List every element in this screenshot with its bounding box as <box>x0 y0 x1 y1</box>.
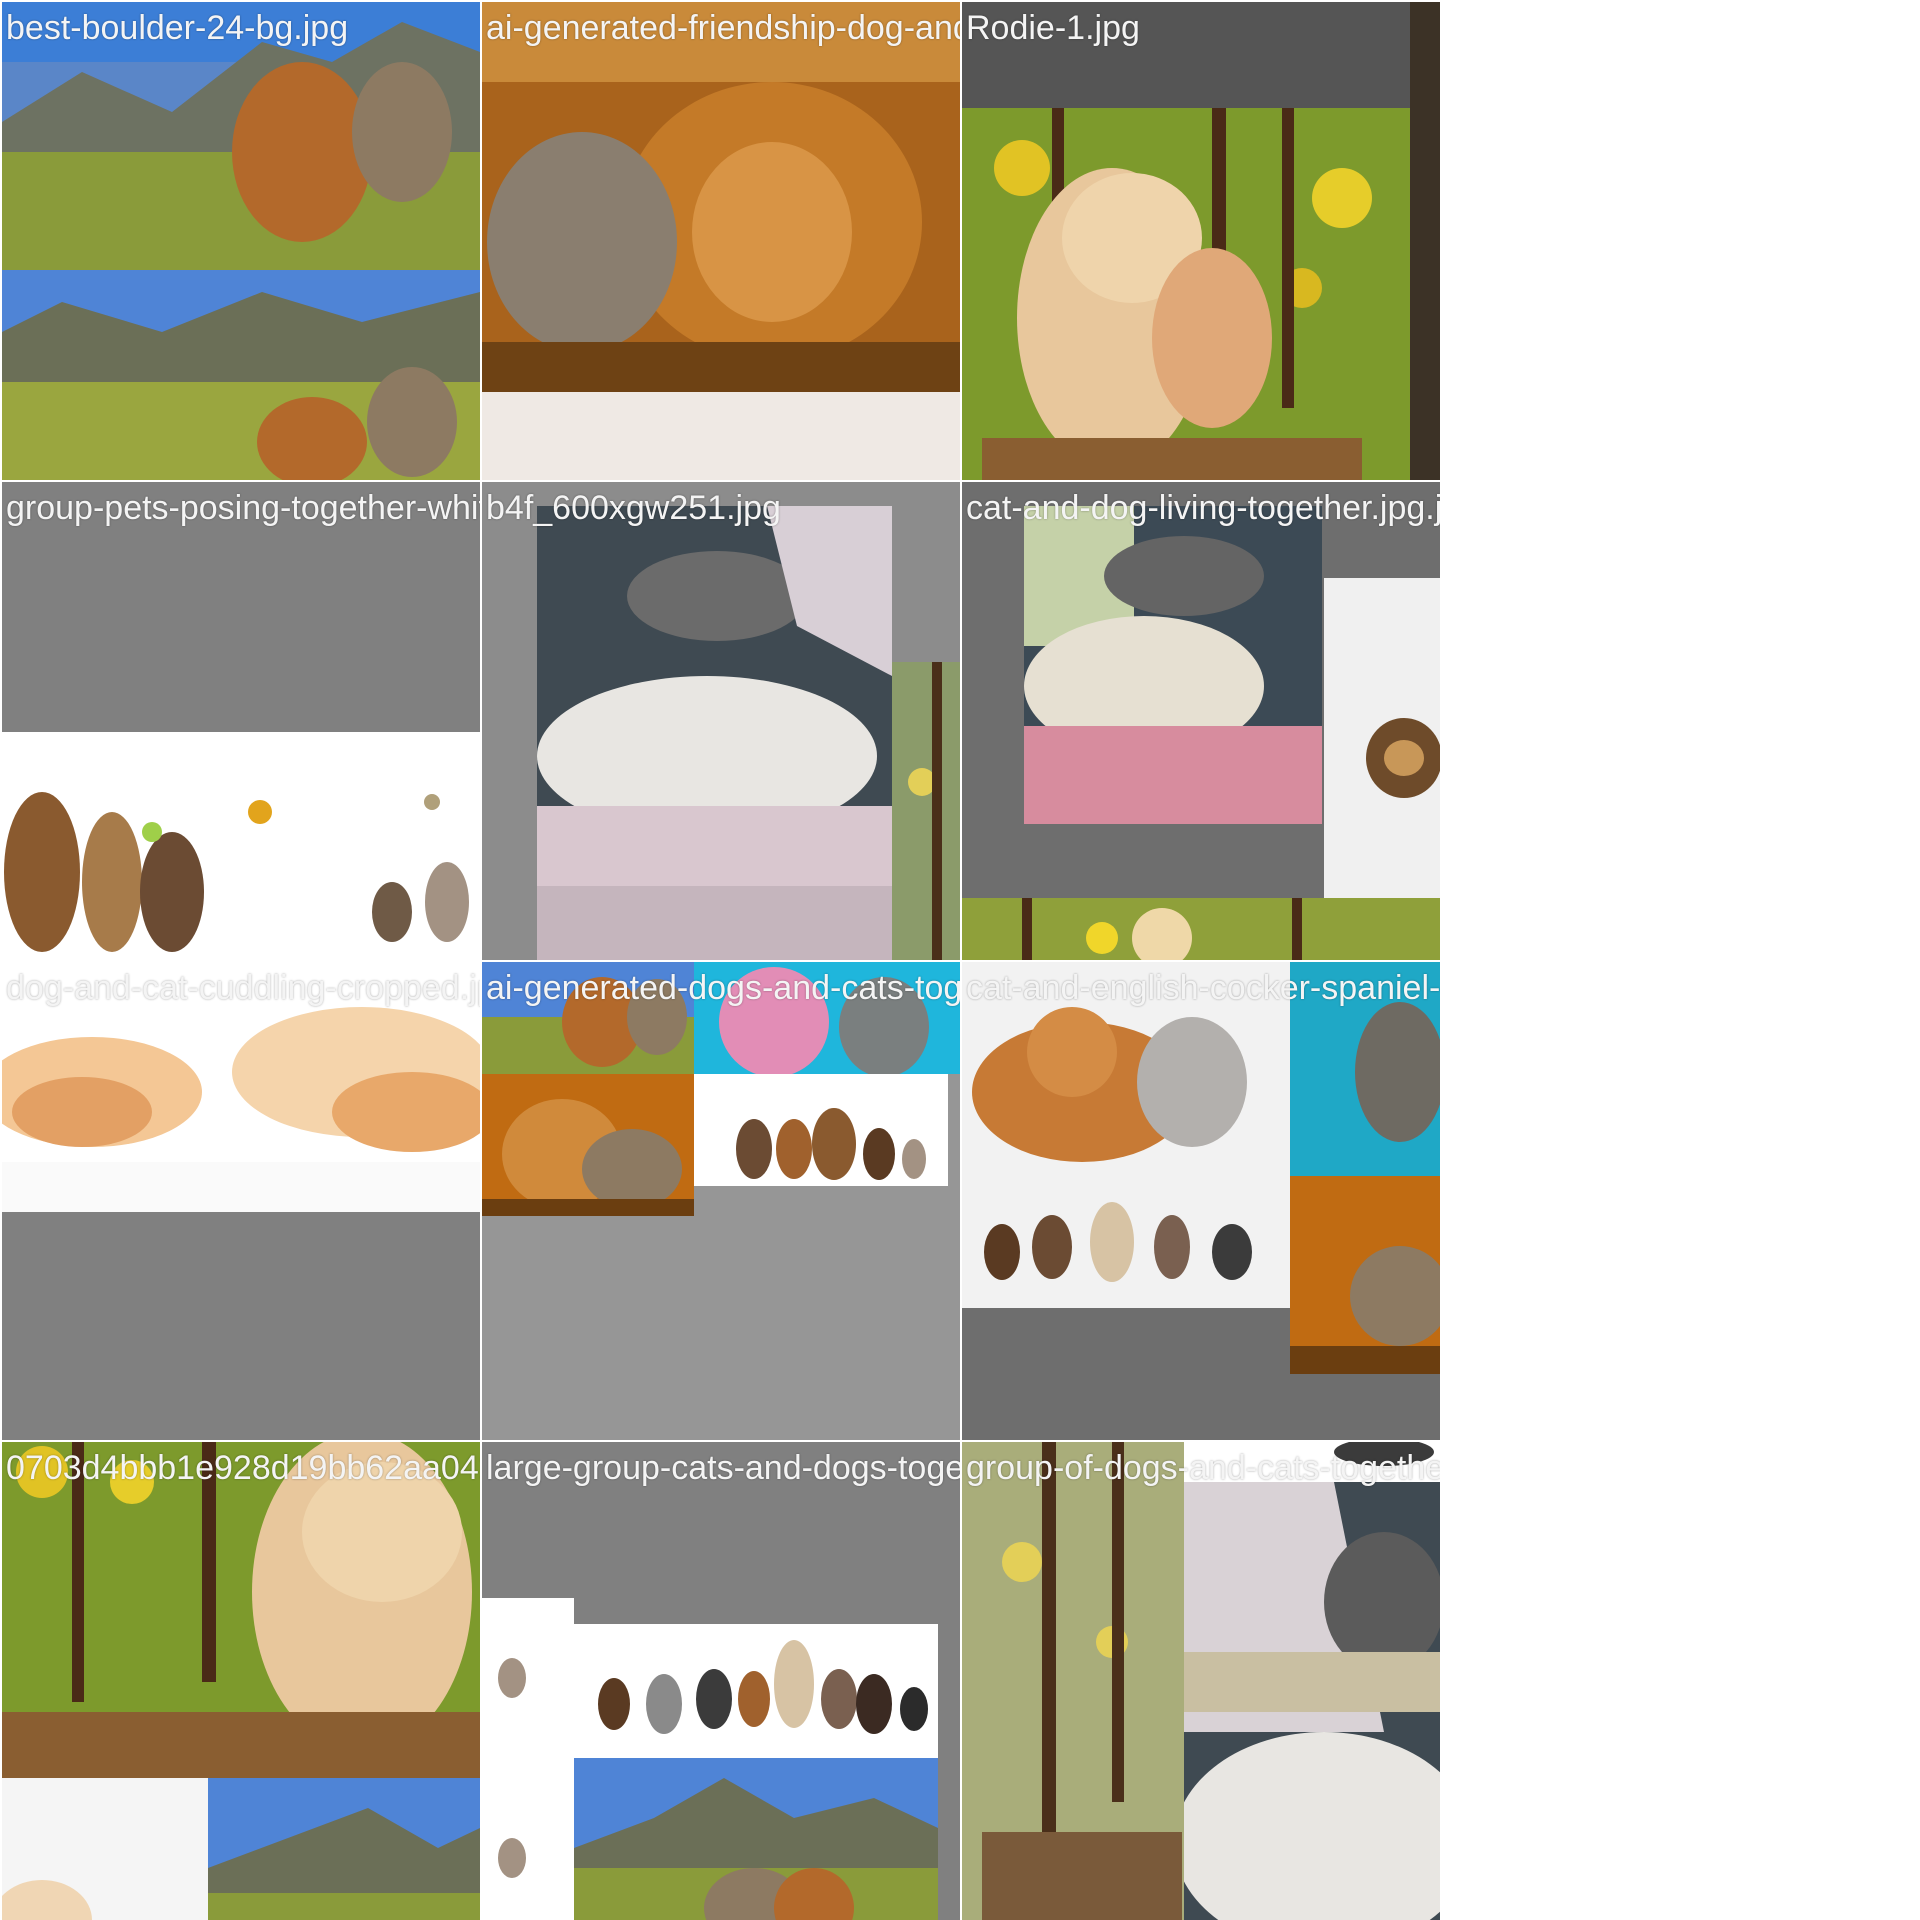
image-thumbnail <box>962 962 1290 1308</box>
tile-filename: group-pets-posing-together-white <box>6 489 480 527</box>
image-thumbnail <box>482 2 960 480</box>
gallery-tile[interactable]: group-pets-posing-together-white <box>2 482 480 960</box>
gallery-tile[interactable]: dog-and-cat-cuddling-cropped.jpg <box>2 962 480 1440</box>
image-thumbnail <box>208 1778 480 1920</box>
tile-filename: ai-generated-dogs-and-cats-together-on <box>486 969 960 1007</box>
image-thumbnail <box>2 1778 208 1920</box>
gallery-tile[interactable]: best-boulder-24-bg.jpg <box>2 2 480 480</box>
tile-filename: 0703d4bbb1e928d19bb62aa0424b00b.jpg <box>6 1449 480 1487</box>
image-thumbnail <box>2 2 480 480</box>
tile-filename: cat-and-dog-living-together.jpg.jpg <box>966 489 1440 527</box>
image-thumbnail <box>2 732 480 960</box>
image-thumbnail <box>1184 1482 1440 1920</box>
image-thumbnail-strip <box>962 898 1440 960</box>
image-thumbnail <box>574 1758 938 1920</box>
gallery-tile[interactable]: ai-generated-dogs-and-cats-together-on <box>482 962 960 1440</box>
gallery-tile[interactable]: 0703d4bbb1e928d19bb62aa0424b00b.jpg <box>2 1442 480 1920</box>
image-thumbnail <box>962 1442 1184 1920</box>
tile-filename: best-boulder-24-bg.jpg <box>6 9 349 47</box>
image-thumbnail-edge <box>1290 1176 1440 1374</box>
image-thumbnail <box>482 1598 574 1920</box>
gallery-tile[interactable]: cat-and-english-cocker-spaniel-puppy-600 <box>962 962 1440 1440</box>
gallery-tile[interactable]: cat-and-dog-living-together.jpg.jpg <box>962 482 1440 960</box>
image-thumbnail <box>482 1074 694 1216</box>
gallery-tile[interactable]: ai-generated-friendship-dog-and-cat.jpg <box>482 2 960 480</box>
image-thumbnail-edge <box>1410 2 1440 480</box>
image-thumbnail <box>694 1074 948 1186</box>
gallery-tile[interactable]: b4f_600xgw251.jpg <box>482 482 960 960</box>
gallery-tile[interactable]: Rodie-1.jpg <box>962 2 1440 480</box>
image-thumbnail <box>574 1624 938 1758</box>
tile-filename: cat-and-english-cocker-spaniel-puppy-600 <box>966 969 1440 1007</box>
tile-filename: group-of-dogs-and-cats-together-begging- <box>966 1449 1440 1487</box>
tile-filename: b4f_600xgw251.jpg <box>486 489 781 527</box>
gallery-tile[interactable]: group-of-dogs-and-cats-together-begging- <box>962 1442 1440 1920</box>
tile-filename: ai-generated-friendship-dog-and-cat.jpg <box>486 9 960 47</box>
image-thumbnail <box>962 108 1410 480</box>
image-thumbnail <box>537 506 892 960</box>
image-thumbnail <box>2 1442 480 1778</box>
tile-filename: large-group-cats-and-dogs-together-dog <box>486 1449 960 1487</box>
image-thumbnail <box>1024 506 1322 824</box>
image-thumbnail-edge <box>892 662 960 960</box>
tile-filename: dog-and-cat-cuddling-cropped.jpg <box>6 969 480 1007</box>
gallery-tile[interactable]: large-group-cats-and-dogs-together-dog <box>482 1442 960 1920</box>
image-gallery-grid: best-boulder-24-bg.jpg ai-generated-frie… <box>0 0 1445 1920</box>
tile-filename: Rodie-1.jpg <box>966 9 1140 47</box>
image-thumbnail-edge <box>1324 578 1440 898</box>
